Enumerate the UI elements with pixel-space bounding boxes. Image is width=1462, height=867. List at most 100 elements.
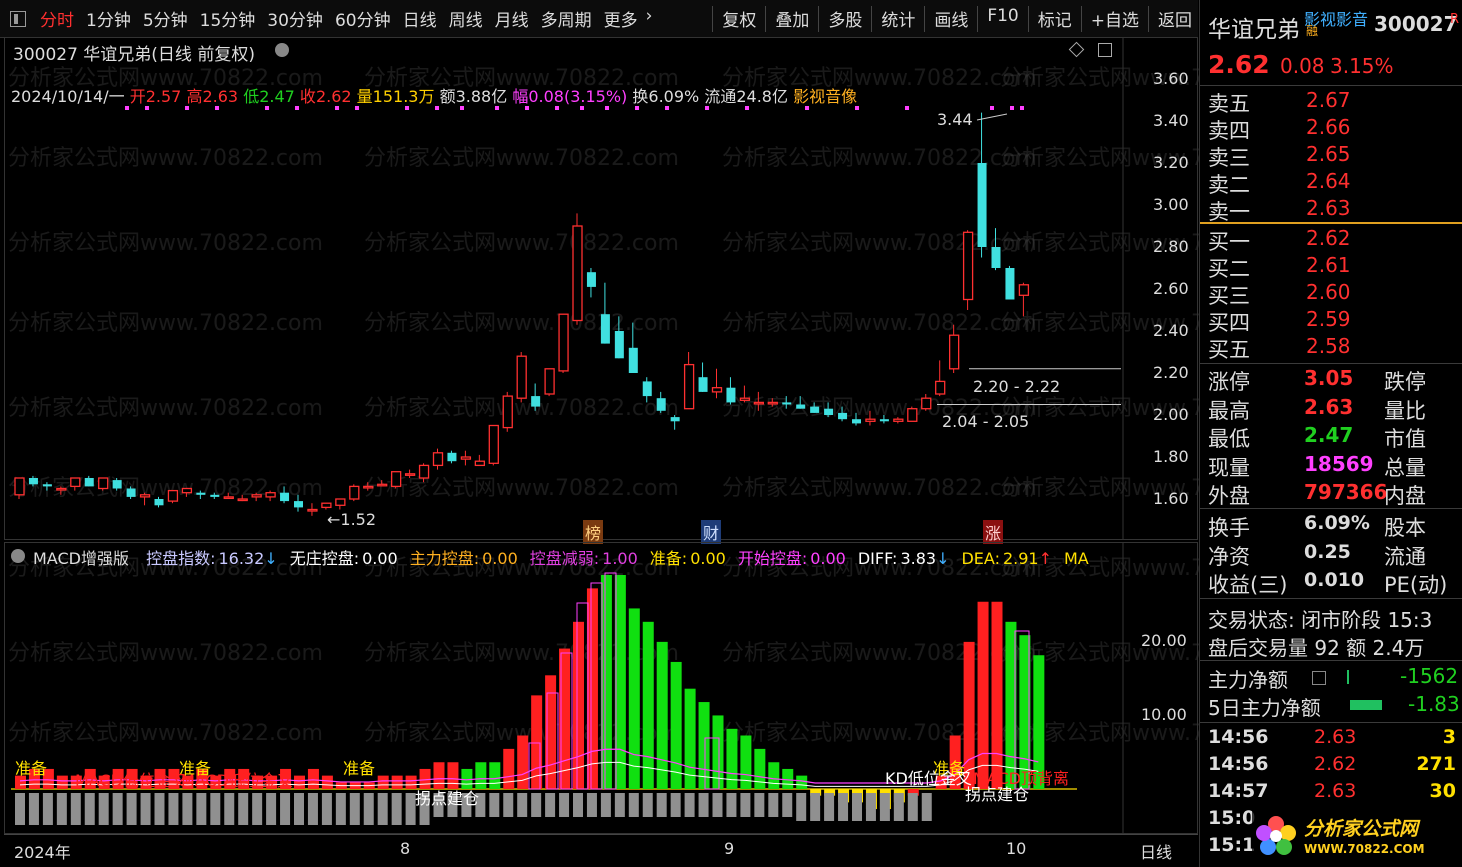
signal-dot — [555, 106, 559, 110]
main-net-label: 主力净额 — [1208, 668, 1288, 692]
candle-body — [377, 483, 388, 487]
band-label-2: 2.04 - 2.05 — [942, 412, 1030, 431]
bid-price-3[interactable]: 2.59 — [1306, 307, 1351, 331]
zhang-marker[interactable]: 涨 — [983, 520, 1004, 544]
stat-value-3: 18569 — [1304, 451, 1374, 476]
x-label-oct: 10 — [1006, 839, 1027, 858]
volume-ghost-bar — [782, 793, 793, 817]
volume-ghost-bar — [740, 793, 751, 817]
signal-kd-low: KD低位金叉 — [885, 769, 972, 788]
candle-body — [363, 485, 374, 489]
bid-price-1[interactable]: 2.61 — [1306, 253, 1351, 277]
stat2-label-1: 净资 — [1208, 544, 1250, 569]
candle-body — [321, 502, 332, 509]
candle-body — [237, 498, 248, 502]
volume-ghost-bar — [656, 793, 667, 817]
toolbar-button-7[interactable]: +自选 — [1085, 6, 1145, 32]
period-tab-4[interactable]: 30分钟 — [261, 6, 329, 31]
volume-ghost-bar — [600, 793, 611, 817]
signal-dot — [905, 106, 909, 110]
tick-price-2: 2.63 — [1314, 780, 1357, 802]
volume-ghost-bar — [210, 793, 221, 825]
ask-price-0[interactable]: 2.67 — [1306, 88, 1351, 112]
signal-dot — [435, 106, 439, 110]
toolbar-separator — [1080, 5, 1082, 32]
kline-chart[interactable]: 300027 华谊兄弟(日线 前复权) 2024/10/14/一 开2.57 高… — [4, 38, 1198, 544]
cai-marker[interactable]: 财 — [701, 520, 722, 544]
period-tab-6[interactable]: 日线 — [397, 6, 443, 31]
period-tab-10[interactable]: 更多 — [598, 6, 644, 31]
candle-body — [98, 477, 109, 490]
bid-price-2[interactable]: 2.60 — [1306, 280, 1351, 304]
volume-ghost-bar — [391, 793, 402, 825]
toolbar-button-4[interactable]: 画线 — [928, 6, 974, 32]
ask-price-3[interactable]: 2.64 — [1306, 169, 1351, 193]
price-tick: 2.60 — [1153, 279, 1189, 298]
signal-dot — [805, 106, 809, 110]
period-label[interactable]: 日线 — [1140, 839, 1172, 863]
period-tab-3[interactable]: 15分钟 — [194, 6, 262, 31]
toolbar-button-0[interactable]: 复权 — [716, 6, 762, 32]
macd-bar — [503, 748, 515, 789]
toolbar-button-3[interactable]: 统计 — [875, 6, 921, 32]
signal-dot — [580, 106, 584, 110]
toolbar-separator — [977, 5, 979, 32]
period-tab-2[interactable]: 5分钟 — [137, 6, 194, 31]
bid-price-4[interactable]: 2.58 — [1306, 334, 1351, 358]
candle-body — [572, 225, 583, 322]
period-tab-7[interactable]: 周线 — [443, 6, 489, 31]
toolbar-button-8[interactable]: 返回 — [1152, 6, 1198, 32]
x-label-aug: 8 — [400, 839, 411, 858]
flower-logo-icon — [1256, 816, 1296, 855]
toolbar-button-2[interactable]: 多股 — [822, 6, 868, 32]
candle-body — [852, 419, 861, 424]
candle-body — [531, 396, 541, 407]
macd-chart[interactable]: MACD增强版 控盘指数: 16.32↓ 无庄控盘: 0.00 主力控盘: 0.00 控盘减… — [4, 542, 1198, 835]
toolbar-button-1[interactable]: 叠加 — [769, 6, 815, 32]
period-tab-5[interactable]: 60分钟 — [329, 6, 397, 31]
period-tab-1[interactable]: 1分钟 — [80, 6, 137, 31]
stat-label-4: 外盘 — [1208, 484, 1250, 508]
volume-ghost-bar — [852, 793, 862, 821]
candle-body — [251, 494, 262, 498]
period-tab-0[interactable]: 分时 — [34, 6, 80, 31]
volume-ghost-bar — [838, 793, 849, 821]
period-tab-8[interactable]: 月线 — [489, 6, 535, 31]
candle-body — [670, 417, 680, 422]
candle-body — [418, 464, 430, 479]
stat2-value-0: 6.09% — [1304, 512, 1370, 534]
volume-ghost-bar — [768, 793, 779, 817]
volume-ghost-bar — [810, 793, 821, 821]
candle-body — [726, 387, 736, 403]
candle-body — [488, 424, 499, 464]
candle-body — [516, 355, 527, 399]
list-icon[interactable] — [1312, 671, 1326, 685]
volume-ghost-bar — [489, 793, 500, 817]
period-tab-9[interactable]: 多周期 — [535, 6, 598, 31]
current-price: 2.62 — [1208, 50, 1270, 79]
macd-bar — [642, 621, 654, 789]
volume-ghost-bar — [238, 793, 249, 825]
ask-price-4[interactable]: 2.63 — [1306, 196, 1351, 220]
bang-marker[interactable]: 榜 — [583, 520, 604, 544]
volume-ghost-bar — [335, 793, 346, 825]
ask-price-2[interactable]: 2.65 — [1306, 142, 1351, 166]
toolbar-button-5[interactable]: F10 — [981, 6, 1024, 32]
sidebar-toggle-icon[interactable] — [10, 10, 26, 27]
bid-label-4: 买五 — [1208, 338, 1250, 362]
after-hours: 盘后交易量 92 额 2.4万 — [1208, 636, 1425, 660]
macd-bar — [977, 601, 989, 789]
band-label-1: 2.20 - 2.22 — [973, 377, 1061, 396]
volume-ghost-bar — [754, 793, 765, 817]
signal-dot — [265, 106, 269, 110]
bid-price-0[interactable]: 2.62 — [1306, 226, 1351, 250]
stat-value-1: 2.63 — [1304, 394, 1354, 419]
volume-ghost-bar — [28, 793, 39, 825]
candle-body — [586, 272, 596, 287]
macd-bar — [586, 588, 598, 789]
candle-body — [824, 408, 834, 415]
more-chevron-icon[interactable]: › — [644, 6, 655, 31]
toolbar-button-6[interactable]: 标记 — [1032, 6, 1078, 32]
ask-price-1[interactable]: 2.66 — [1306, 115, 1351, 139]
price-tick: 3.40 — [1153, 111, 1189, 130]
